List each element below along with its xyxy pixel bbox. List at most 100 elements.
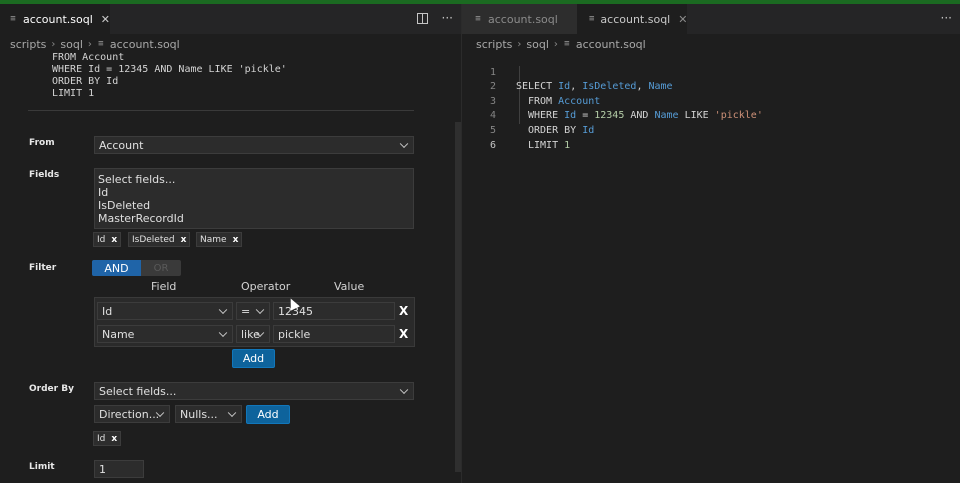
filter-field-value: Name	[102, 327, 135, 341]
pill-label: Id	[97, 433, 106, 444]
nulls-select[interactable]: Nulls...	[175, 405, 242, 423]
fields-label: Fields	[29, 170, 60, 180]
limit-input[interactable]: 1	[94, 460, 144, 478]
filter-value-input[interactable]: pickle	[273, 325, 395, 343]
tab-account-soql-builder[interactable]: ≡ account.soql ✕	[0, 4, 110, 34]
tab-account-soql-inactive[interactable]: ≡ account.soql	[462, 4, 577, 34]
remove-pill-icon[interactable]: x	[111, 434, 117, 444]
limit-value: 1	[99, 462, 106, 476]
close-icon[interactable]: ✕	[678, 13, 687, 26]
code-line: 4 ORDER BY Id	[462, 95, 960, 136]
filter-operator-value: =	[241, 304, 251, 318]
code-line: 5 LIMIT 1	[462, 109, 960, 151]
chevron-down-icon	[227, 408, 237, 418]
from-label: From	[29, 138, 55, 148]
chevron-down-icon	[218, 305, 228, 315]
column-header-field: Field	[151, 280, 177, 293]
field-pill-id: Id x	[93, 232, 122, 247]
order-by-placeholder: Select fields...	[99, 384, 177, 398]
fields-listbox[interactable]: Select fields... Id IsDeleted MasterReco…	[94, 168, 414, 229]
filter-operator-select[interactable]: =	[236, 302, 270, 320]
soql-builder-pane: ≡ account.soql ✕ ··· scripts › soql › ≡ …	[0, 4, 461, 483]
pill-label: Id	[97, 234, 106, 245]
remove-condition-button[interactable]: X	[399, 304, 408, 318]
breadcrumb-item-file[interactable]: account.soql	[110, 38, 180, 51]
right-tab-bar: ≡ account.soql ≡ account.soql ✕ ···	[462, 4, 960, 34]
toggle-or[interactable]: OR	[141, 260, 181, 276]
nulls-value: Nulls...	[180, 407, 218, 421]
file-lines-icon: ≡	[564, 39, 570, 49]
column-header-value: Value	[334, 280, 365, 293]
editor-actions: ···	[416, 11, 453, 25]
code-editor[interactable]: 1 SELECT Id, IsDeleted, Name 2 FROM Acco…	[462, 51, 960, 151]
code-line: 1 SELECT Id, IsDeleted, Name	[462, 51, 960, 93]
breadcrumb-item-scripts[interactable]: scripts	[476, 38, 512, 51]
chevron-right-icon: ›	[51, 38, 56, 50]
field-pill-name: Name x	[196, 232, 243, 247]
pill-label: IsDeleted	[132, 234, 175, 245]
fields-option[interactable]: Id	[98, 186, 413, 199]
query-line: FROM Account	[52, 52, 125, 63]
remove-pill-icon[interactable]: x	[233, 235, 239, 245]
filter-value-text: pickle	[278, 327, 311, 341]
filter-field-select[interactable]: Name	[97, 325, 233, 343]
chevron-down-icon	[399, 385, 409, 395]
remove-pill-icon[interactable]: x	[181, 235, 187, 245]
chevron-down-icon	[218, 328, 228, 338]
tab-label: account.soql	[600, 12, 671, 26]
add-condition-button[interactable]: Add	[232, 349, 275, 368]
chevron-right-icon: ›	[517, 38, 522, 50]
chevron-right-icon: ›	[553, 38, 558, 50]
left-tab-bar: ≡ account.soql ✕ ···	[0, 4, 461, 34]
query-line: LIMIT 1	[52, 88, 95, 99]
file-lines-icon: ≡	[10, 14, 16, 24]
more-actions-icon[interactable]: ···	[442, 11, 453, 25]
breadcrumb: scripts › soql › ≡ account.soql	[476, 36, 646, 52]
breadcrumb-item-soql[interactable]: soql	[526, 38, 549, 51]
from-select[interactable]: Account	[94, 136, 414, 154]
add-order-by-button[interactable]: Add	[246, 405, 290, 424]
filter-operator-select[interactable]: like	[236, 325, 270, 343]
remove-pill-icon[interactable]: x	[111, 235, 117, 245]
chevron-right-icon: ›	[87, 38, 92, 50]
tab-label: account.soql	[22, 12, 93, 26]
order-by-pill-id: Id x	[93, 431, 122, 446]
direction-value: Direction...	[99, 407, 160, 421]
chevron-down-icon	[399, 139, 409, 149]
query-line: ORDER BY Id	[52, 76, 119, 87]
text-editor-pane: ≡ account.soql ≡ account.soql ✕ ··· scri…	[461, 4, 960, 483]
limit-label: Limit	[29, 462, 55, 472]
breadcrumb-item-soql[interactable]: soql	[60, 38, 83, 51]
token-keyword: LIMIT	[528, 139, 565, 151]
chevron-down-icon	[255, 305, 265, 315]
field-pill-isdeleted: IsDeleted x	[128, 232, 191, 247]
file-lines-icon: ≡	[98, 39, 104, 49]
token-number: 1	[564, 139, 571, 151]
query-preview: FROM Account WHERE Id = 12345 AND Name LI…	[52, 52, 287, 100]
divider	[28, 110, 414, 111]
pill-label: Name	[200, 234, 227, 245]
and-or-toggle[interactable]: AND OR	[92, 260, 181, 276]
code-line: 2 FROM Account	[462, 66, 960, 107]
fields-option[interactable]: Select fields...	[98, 173, 413, 186]
fields-option[interactable]: MasterRecordId	[98, 212, 413, 225]
query-line: WHERE Id = 12345 AND Name LIKE 'pickle'	[52, 64, 287, 75]
split-editor-icon[interactable]	[416, 13, 428, 24]
toggle-and[interactable]: AND	[92, 260, 141, 276]
order-by-field-select[interactable]: Select fields...	[94, 382, 414, 400]
breadcrumb: scripts › soql › ≡ account.soql	[10, 36, 180, 52]
breadcrumb-item-scripts[interactable]: scripts	[10, 38, 46, 51]
direction-select[interactable]: Direction...	[94, 405, 170, 423]
close-icon[interactable]: ✕	[101, 13, 110, 26]
tab-account-soql-text[interactable]: ≡ account.soql ✕	[577, 4, 687, 34]
file-lines-icon: ≡	[589, 14, 595, 24]
tab-label: account.soql	[488, 12, 558, 26]
breadcrumb-item-file[interactable]: account.soql	[576, 38, 646, 51]
more-actions-icon[interactable]: ···	[941, 11, 952, 25]
filter-field-select[interactable]: Id	[97, 302, 233, 320]
line-number: 6	[489, 139, 496, 151]
code-line: 6	[462, 124, 960, 151]
remove-condition-button[interactable]: X	[399, 327, 408, 341]
code-line: 3 WHERE Id = 12345 AND Name LIKE 'pickle…	[462, 80, 960, 122]
fields-option[interactable]: IsDeleted	[98, 199, 413, 212]
